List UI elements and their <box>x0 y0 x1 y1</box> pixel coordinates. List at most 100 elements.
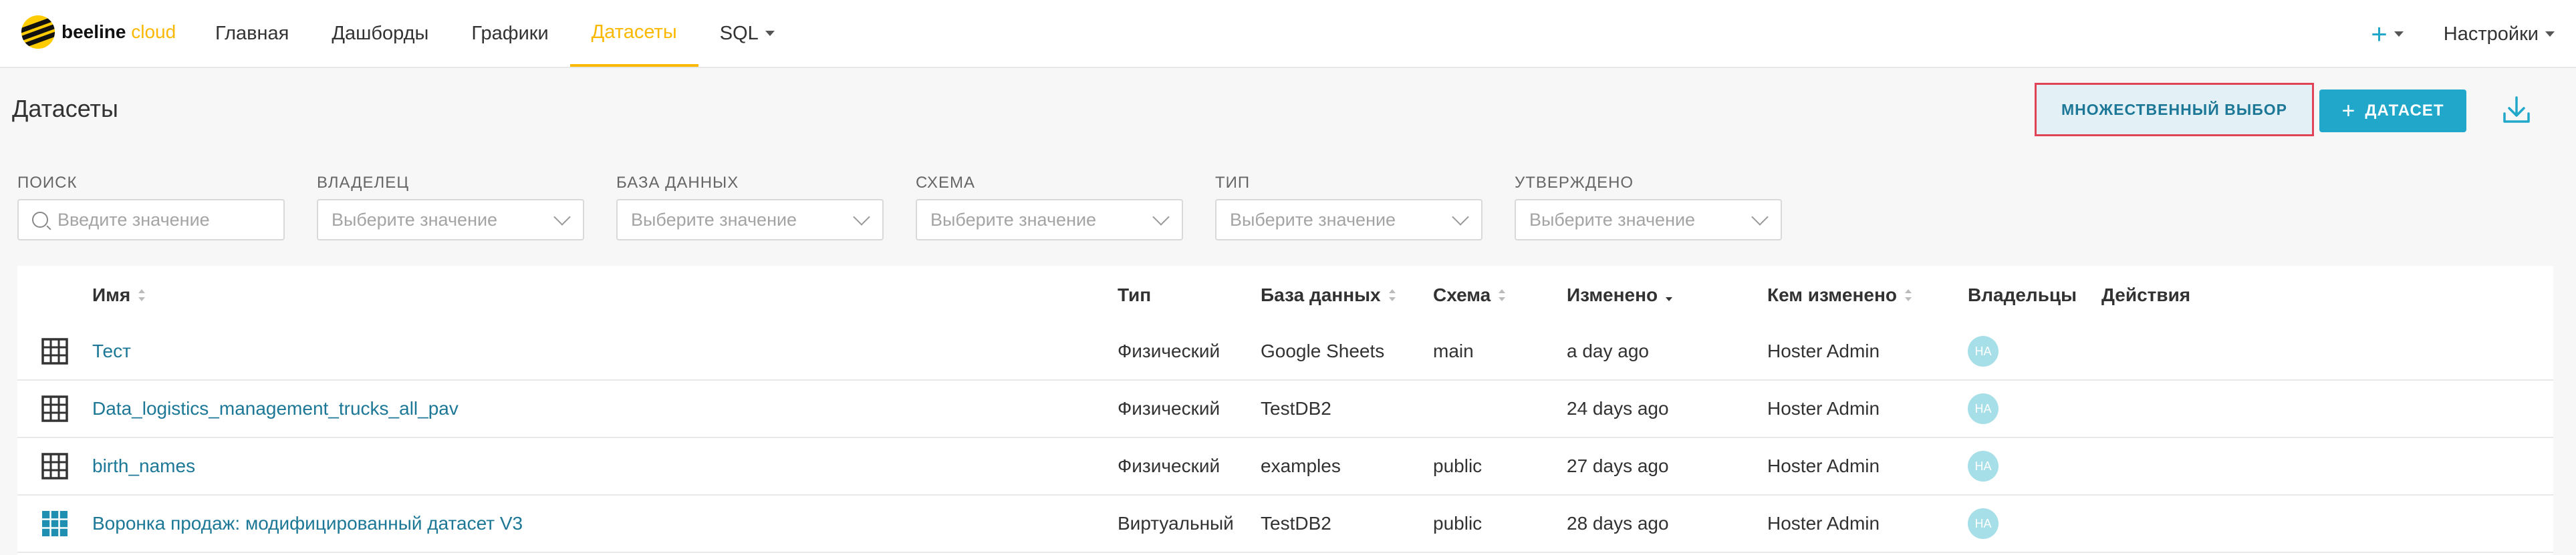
table-row[interactable]: Воронка продаж: модифицированный датасет… <box>17 496 2553 553</box>
schema-select[interactable]: Выберите значение <box>916 199 1183 240</box>
select-placeholder: Выберите значение <box>930 209 1097 230</box>
multi-select-button[interactable]: МНОЖЕСТВЕННЫЙ ВЫБОР <box>2035 83 2314 136</box>
sort-icon <box>1388 289 1396 301</box>
chevron-down-icon <box>1452 208 1469 226</box>
column-header-database[interactable]: База данных <box>1261 285 1396 306</box>
filter-bar: ПОИСК Введите значение ВЛАДЕЛЕЦ Выберите… <box>0 150 2576 256</box>
avatar[interactable]: HA <box>1968 393 1999 424</box>
owner-avatar-cell: HA <box>1968 496 1999 552</box>
search-placeholder: Введите значение <box>57 209 210 230</box>
table-icon <box>41 338 68 365</box>
add-dataset-button[interactable]: + ДАТАСЕТ <box>2319 89 2466 132</box>
filter-schema: СХЕМА Выберите значение <box>916 174 1183 240</box>
nav-item-datasets[interactable]: Датасеты <box>569 0 698 67</box>
type-select[interactable]: Выберите значение <box>1215 199 1483 240</box>
search-input[interactable]: Введите значение <box>17 199 285 240</box>
dataset-modified: 28 days ago <box>1567 513 1669 534</box>
chevron-down-icon <box>1152 208 1170 226</box>
brand-logo[interactable]: beeline cloud <box>21 15 176 49</box>
dataset-type: Физический <box>1118 455 1220 476</box>
dataset-type: Физический <box>1118 341 1220 361</box>
sort-icon <box>1905 289 1912 301</box>
dataset-database: TestDB2 <box>1261 398 1331 419</box>
filter-type: ТИП Выберите значение <box>1215 174 1483 240</box>
chevron-down-icon <box>2545 31 2555 37</box>
download-icon[interactable] <box>2500 94 2533 127</box>
dataset-name-link[interactable]: Тест <box>92 323 131 379</box>
dataset-name-link[interactable]: Data_logistics_management_trucks_all_pav <box>92 381 459 437</box>
new-item-menu-button[interactable]: + <box>2371 18 2404 50</box>
search-icon <box>32 212 48 228</box>
sort-desc-icon <box>1666 289 1673 301</box>
select-placeholder: Выберите значение <box>1529 209 1696 230</box>
dataset-name-link[interactable]: birth_names <box>92 438 195 494</box>
brand-name: beeline cloud <box>61 21 176 42</box>
nav-item-home[interactable]: Главная <box>194 0 310 67</box>
beeline-logo-icon <box>21 15 55 49</box>
owner-avatar-cell: HA <box>1968 323 1999 379</box>
virtual-table-icon <box>42 511 68 536</box>
top-navbar: beeline cloud Главная Дашборды Графики Д… <box>0 0 2576 68</box>
avatar[interactable]: HA <box>1968 451 1999 482</box>
sort-icon <box>138 289 146 301</box>
dataset-modified: 24 days ago <box>1567 398 1669 419</box>
top-right-controls: + Настройки <box>2371 0 2555 68</box>
column-header-schema[interactable]: Схема <box>1433 285 1506 306</box>
avatar[interactable]: HA <box>1968 508 1999 539</box>
dataset-schema: public <box>1433 455 1483 476</box>
filter-label: СХЕМА <box>916 174 975 192</box>
nav-item-dashboards[interactable]: Дашборды <box>310 0 450 67</box>
dataset-modified-by: Hoster Admin <box>1767 455 1880 476</box>
page-header: Датасеты МНОЖЕСТВЕННЫЙ ВЫБОР + ДАТАСЕТ <box>0 68 2576 150</box>
select-placeholder: Выберите значение <box>1230 209 1396 230</box>
column-header-modified[interactable]: Изменено <box>1567 285 1673 306</box>
page-title: Датасеты <box>12 95 118 122</box>
certified-select[interactable]: Выберите значение <box>1515 199 1782 240</box>
chevron-down-icon <box>765 31 775 36</box>
dataset-modified: a day ago <box>1567 341 1649 361</box>
chevron-down-icon <box>1751 208 1769 226</box>
table-row[interactable]: Тест Физический Google Sheets main a day… <box>17 323 2553 381</box>
table-row[interactable]: Data_logistics_management_trucks_all_pav… <box>17 381 2553 438</box>
dataset-database: Google Sheets <box>1261 341 1385 361</box>
dataset-database: TestDB2 <box>1261 513 1331 534</box>
owner-avatar-cell: HA <box>1968 438 1999 494</box>
owner-avatar-cell: HA <box>1968 381 1999 437</box>
filter-certified: УТВЕРЖДЕНО Выберите значение <box>1515 174 1782 240</box>
filter-database: БАЗА ДАННЫХ Выберите значение <box>616 174 884 240</box>
filter-search: ПОИСК Введите значение <box>17 174 285 240</box>
column-header-modified-by[interactable]: Кем изменено <box>1767 285 1912 306</box>
column-header-name[interactable]: Имя <box>92 285 146 306</box>
column-header-owners: Владельцы <box>1968 285 2077 305</box>
settings-menu[interactable]: Настройки <box>2444 23 2555 45</box>
column-header-actions: Действия <box>2101 285 2191 305</box>
filter-label: УТВЕРЖДЕНО <box>1515 174 1634 192</box>
dataset-schema: public <box>1433 513 1483 534</box>
filter-label: ПОИСК <box>17 174 78 192</box>
nav-item-charts[interactable]: Графики <box>450 0 569 67</box>
column-header-type: Тип <box>1118 285 1152 305</box>
database-select[interactable]: Выберите значение <box>616 199 884 240</box>
nav-item-sql[interactable]: SQL <box>698 0 796 67</box>
dataset-database: examples <box>1261 455 1341 476</box>
dataset-modified: 27 days ago <box>1567 455 1669 476</box>
chevron-down-icon <box>853 208 870 226</box>
select-placeholder: Выберите значение <box>631 209 797 230</box>
chevron-down-icon <box>553 208 571 226</box>
chevron-down-icon <box>2394 31 2404 37</box>
dataset-name-link[interactable]: Воронка продаж: модифицированный датасет… <box>92 496 523 552</box>
filter-label: БАЗА ДАННЫХ <box>616 174 739 192</box>
filter-label: ТИП <box>1215 174 1251 192</box>
table-icon <box>41 453 68 480</box>
dataset-type: Виртуальный <box>1118 513 1234 534</box>
main-nav: Главная Дашборды Графики Датасеты SQL <box>194 0 796 68</box>
filter-label: ВЛАДЕЛЕЦ <box>317 174 410 192</box>
dataset-type: Физический <box>1118 398 1220 419</box>
dataset-modified-by: Hoster Admin <box>1767 341 1880 361</box>
table-row[interactable]: birth_names Физический examples public 2… <box>17 438 2553 496</box>
owner-select[interactable]: Выберите значение <box>317 199 584 240</box>
avatar[interactable]: HA <box>1968 336 1999 367</box>
settings-label: Настройки <box>2443 23 2539 45</box>
table-icon <box>41 395 68 422</box>
dataset-modified-by: Hoster Admin <box>1767 398 1880 419</box>
